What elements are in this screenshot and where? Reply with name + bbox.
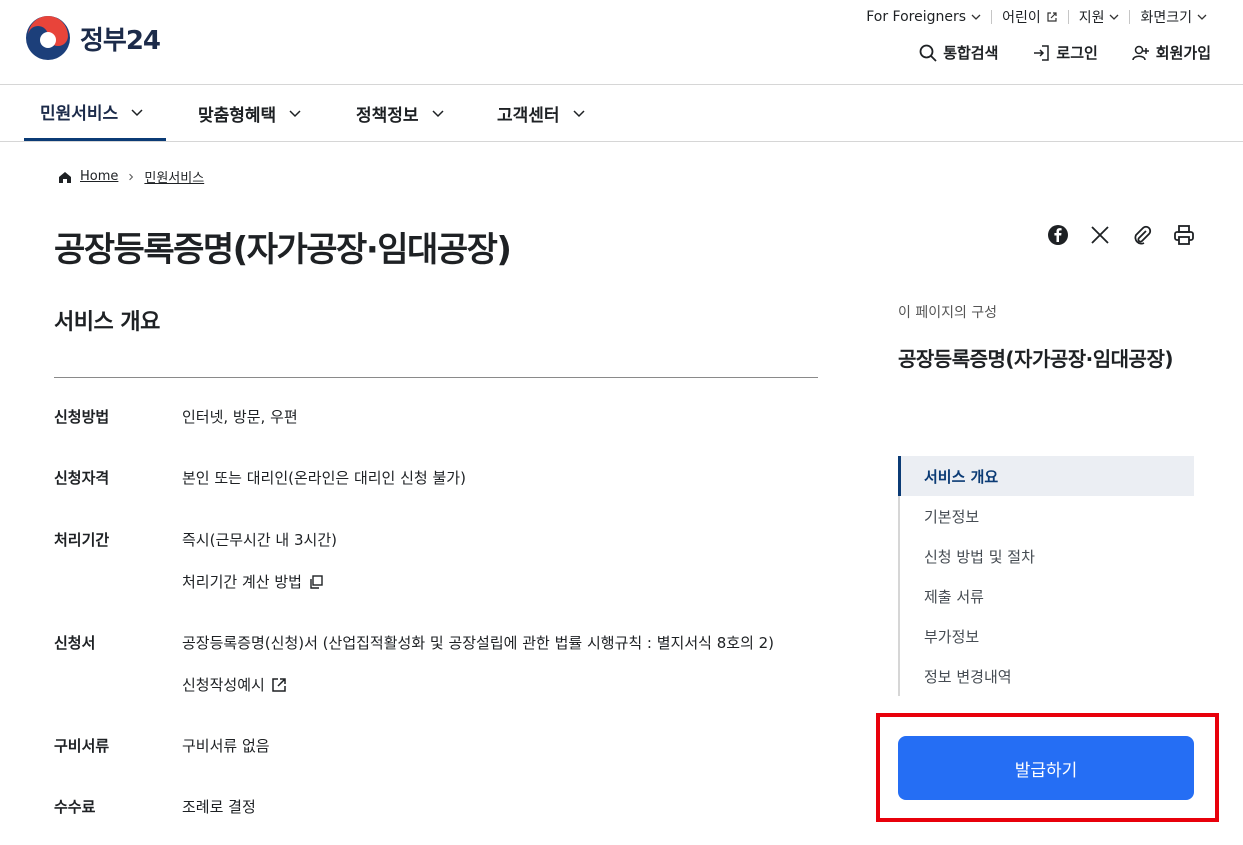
detail-text: 구비서류 없음: [182, 737, 270, 755]
login-label: 로그인: [1056, 44, 1098, 62]
search-icon: [919, 44, 937, 62]
chevron-down-icon: [573, 110, 585, 118]
nav-label: 고객센터: [497, 105, 560, 126]
copy-icon: [310, 574, 323, 589]
chevron-down-icon: [971, 14, 981, 20]
util-label: 어린이: [1002, 10, 1041, 26]
nav-label: 정책정보: [356, 105, 419, 126]
login-icon: [1034, 44, 1050, 61]
taegeuk-logo-icon: [26, 16, 70, 60]
issue-button[interactable]: 발급하기: [898, 736, 1194, 800]
search-label: 통합검색: [943, 44, 999, 62]
util-for-foreigners[interactable]: For Foreigners: [856, 8, 991, 26]
toc-item-change-history[interactable]: 정보 변경내역: [900, 656, 1194, 696]
main-nav: 민원서비스 맞춤형혜택 정책정보 고객센터: [0, 85, 1243, 142]
toc-item-procedure[interactable]: 신청 방법 및 절차: [900, 536, 1194, 576]
detail-value: 구비서류 없음: [182, 735, 270, 756]
util-label: 화면크기: [1140, 10, 1192, 26]
detail-label: 신청방법: [54, 408, 110, 426]
breadcrumb-home[interactable]: Home: [80, 169, 118, 184]
divider: [54, 377, 818, 378]
toc-title: 공장등록증명(자가공장·임대공장): [898, 347, 1173, 371]
toc-item-overview[interactable]: 서비스 개요: [898, 456, 1194, 496]
detail-value: 조례로 결정: [182, 796, 256, 817]
util-support[interactable]: 지원: [1069, 8, 1130, 26]
logo-text: 정부24: [80, 25, 161, 56]
detail-value: 공장등록증명(신청)서 (산업집적활성화 및 공장설립에 관한 법률 시행규칙 …: [182, 632, 774, 653]
detail-label: 신청서: [54, 634, 96, 652]
detail-text: 공장등록증명(신청)서 (산업집적활성화 및 공장설립에 관한 법률 시행규칙 …: [182, 634, 775, 652]
site-header: 정부24 For Foreigners 어린이 지원 화면크기 통합검색 로그인…: [0, 0, 1243, 85]
x-icon[interactable]: [1089, 224, 1111, 246]
paperclip-icon[interactable]: [1131, 224, 1153, 246]
toc-list: 서비스 개요 기본정보 신청 방법 및 절차 제출 서류 부가정보 정보 변경내…: [898, 456, 1194, 696]
logo[interactable]: 정부24: [24, 14, 161, 62]
section-title: 서비스 개요: [54, 310, 160, 335]
detail-label: 신청자격: [54, 469, 110, 487]
home-icon: [59, 171, 71, 183]
search-button[interactable]: 통합검색: [919, 42, 998, 63]
toc-item-basic-info[interactable]: 기본정보: [900, 496, 1194, 536]
print-icon[interactable]: [1173, 224, 1195, 246]
detail-value: 즉시(근무시간 내 3시간): [182, 529, 337, 550]
external-link-icon: [1047, 12, 1057, 22]
processing-time-link[interactable]: 처리기간 계산 방법: [182, 571, 324, 592]
login-button[interactable]: 로그인: [1032, 42, 1098, 63]
user-plus-icon: [1132, 45, 1149, 60]
header-actions: 통합검색 로그인 회원가입: [919, 42, 1211, 63]
detail-label: 수수료: [54, 798, 96, 816]
nav-policy-info[interactable]: 정책정보: [356, 85, 445, 141]
external-link-icon: [272, 677, 286, 692]
nav-customer-center[interactable]: 고객센터: [497, 85, 586, 141]
chevron-right-icon: [129, 173, 134, 180]
breadcrumb-current[interactable]: 민원서비스: [144, 167, 204, 186]
util-screen-size[interactable]: 화면크기: [1130, 8, 1217, 26]
detail-text: 본인 또는 대리인(온라인은 대리인 신청 불가): [182, 469, 466, 487]
chevron-down-icon: [131, 108, 143, 116]
link-text: 처리기간 계산 방법: [182, 573, 302, 591]
toc-caption: 이 페이지의 구성: [898, 305, 998, 321]
chevron-down-icon: [289, 110, 301, 118]
utility-menu: For Foreigners 어린이 지원 화면크기: [856, 8, 1217, 26]
detail-text: 조례로 결정: [182, 798, 256, 816]
link-text: 신청작성예시: [182, 676, 265, 694]
breadcrumb: Home 민원서비스: [58, 167, 204, 186]
detail-label: 처리기간: [54, 531, 110, 549]
chevron-down-icon: [1110, 14, 1119, 20]
detail-label: 구비서류: [54, 737, 110, 755]
detail-value: 본인 또는 대리인(온라인은 대리인 신청 불가): [182, 467, 466, 488]
nav-custom-benefits[interactable]: 맞춤형혜택: [198, 85, 302, 141]
nav-label: 맞춤형혜택: [198, 105, 277, 126]
toc-item-documents[interactable]: 제출 서류: [900, 576, 1194, 616]
nav-civil-service[interactable]: 민원서비스: [24, 85, 166, 141]
join-label: 회원가입: [1155, 44, 1211, 62]
chevron-down-icon: [1197, 14, 1207, 20]
detail-text: 인터넷, 방문, 우편: [182, 408, 298, 426]
util-kids[interactable]: 어린이: [992, 8, 1068, 26]
join-button[interactable]: 회원가입: [1132, 42, 1211, 63]
util-label: 지원: [1078, 10, 1105, 26]
detail-value: 인터넷, 방문, 우편: [182, 406, 298, 427]
toc-item-extra-info[interactable]: 부가정보: [900, 616, 1194, 656]
share-tools: [1047, 224, 1195, 246]
chevron-down-icon: [432, 110, 444, 118]
nav-label: 민원서비스: [40, 104, 119, 124]
application-example-link[interactable]: 신청작성예시: [182, 674, 287, 695]
detail-text: 즉시(근무시간 내 3시간): [182, 531, 337, 549]
facebook-icon[interactable]: [1047, 224, 1069, 246]
util-label: For Foreigners: [866, 9, 967, 25]
page-title: 공장등록증명(자가공장·임대공장): [54, 230, 512, 270]
